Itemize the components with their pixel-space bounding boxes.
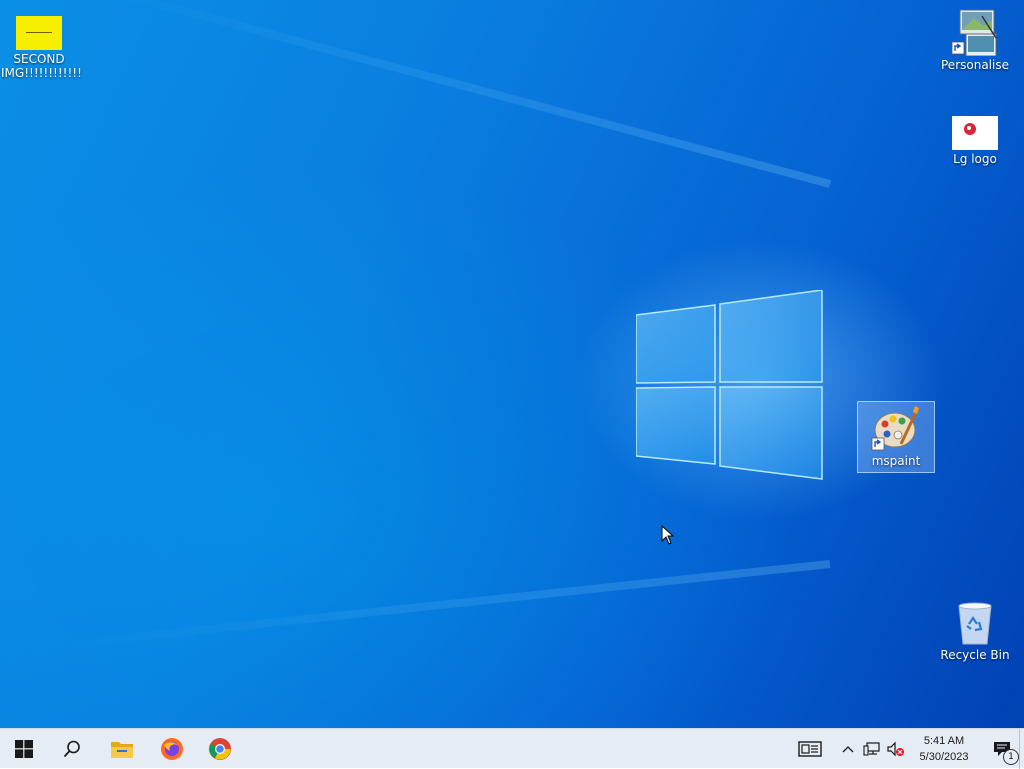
action-center-button[interactable]: 1 [980,729,1024,769]
desktop-icon-personalise[interactable]: Personalise [937,8,1013,72]
desktop-icon-label: SECOND IMG!!!!!!!!!!!! [1,52,82,80]
clock-time: 5:41 AM [923,735,965,747]
desktop-icon-label: Lg logo [953,152,997,166]
file-explorer-button[interactable] [98,729,146,769]
clock[interactable]: 5:41 AM 5/30/2023 [908,729,980,769]
clock-date: 5/30/2023 [919,751,969,763]
desktop-icon-second-img[interactable]: SECOND IMG!!!!!!!!!!!! [1,16,82,80]
folder-icon [111,742,133,758]
chrome-icon [209,738,231,760]
news-icon [798,741,822,757]
image-file-icon [952,116,998,150]
network-button[interactable] [862,729,882,769]
network-icon [863,742,880,756]
paint-palette-shortcut-icon [871,406,919,451]
desktop-icon-label: Personalise [941,58,1009,72]
light-beam [63,560,831,649]
start-button[interactable] [0,729,48,769]
desktop-icon-label: mspaint [871,454,921,468]
image-file-icon [16,16,62,50]
search-icon [63,740,80,758]
desktop-icon-lg-logo[interactable]: Lg logo [937,116,1013,166]
volume-muted-icon [887,741,904,757]
firefox-button[interactable] [148,729,196,769]
notification-count-badge: 1 [1003,749,1019,765]
show-desktop-button[interactable] [1019,729,1024,769]
personalise-shortcut-icon [952,9,997,56]
mouse-pointer-icon [661,525,675,545]
chrome-button[interactable] [196,729,244,769]
chevron-up-icon [842,746,854,753]
volume-button[interactable] [886,729,906,769]
desktop-icon-recycle-bin[interactable]: Recycle Bin [937,602,1013,662]
light-beam [85,0,832,188]
firefox-icon [161,738,183,760]
lg-logo-thumbnail [964,123,976,135]
search-button[interactable] [48,729,96,769]
desktop-icon-label: Recycle Bin [940,648,1010,662]
windows-logo-wallpaper [636,290,823,480]
desktop-icon-mspaint[interactable]: mspaint [857,401,935,473]
news-and-interests-button[interactable] [794,729,826,769]
windows-start-icon [15,740,33,758]
recycle-bin-icon [958,602,992,645]
show-hidden-icons-button[interactable] [840,729,856,769]
taskbar: 5:41 AM 5/30/2023 1 [0,728,1024,769]
desktop[interactable]: SECOND IMG!!!!!!!!!!!! Personalise Lg lo… [0,0,1024,728]
